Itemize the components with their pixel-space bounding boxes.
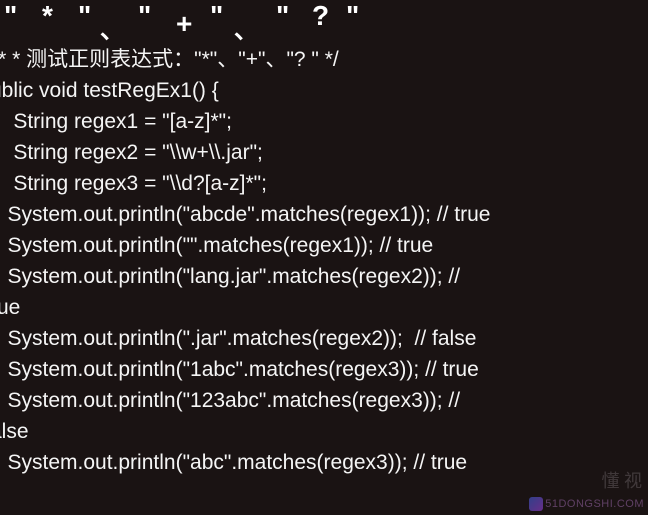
code-line: String regex1 = "[a-z]*";: [0, 106, 648, 137]
code-screenshot: "*"、"+"、"?" ** * 测试正则表达式："*"、"+"、"? " */…: [0, 0, 648, 515]
title-glyph: +: [176, 8, 194, 40]
title-glyph: ": [78, 0, 93, 32]
watermark-logo-icon: [529, 497, 543, 511]
title-glyph: ": [346, 0, 361, 32]
code-line: String regex2 = "\\w+\\.jar";: [0, 137, 648, 168]
title-glyph: ": [210, 0, 225, 32]
code-line: System.out.println("".matches(regex1)); …: [0, 230, 648, 261]
code-line: ublic void testRegEx1() {: [0, 75, 648, 106]
title-glyph: 、: [100, 10, 126, 45]
code-line: System.out.println("abcde".matches(regex…: [0, 199, 648, 230]
title-glyph: ": [276, 0, 291, 32]
watermark-url: 51DONGSHI.COM: [529, 497, 644, 511]
title-glyph: 、: [234, 10, 260, 45]
code-block: ** * 测试正则表达式："*"、"+"、"? " */ublic void t…: [0, 44, 648, 478]
code-line: System.out.println("123abc".matches(rege…: [0, 385, 648, 416]
code-line: alse: [0, 416, 648, 447]
title-art-row: "*"、"+"、"?": [0, 0, 648, 44]
watermark-url-text: 51DONGSHI.COM: [545, 498, 644, 510]
code-line: System.out.println("lang.jar".matches(re…: [0, 261, 648, 292]
code-line: String regex3 = "\\d?[a-z]*";: [0, 168, 648, 199]
code-line: System.out.println("abc".matches(regex3)…: [0, 447, 648, 478]
watermark-zh: 懂 视: [602, 467, 643, 493]
title-glyph: ": [138, 0, 153, 32]
title-glyph: ": [4, 0, 19, 32]
code-line: System.out.println(".jar".matches(regex2…: [0, 323, 648, 354]
title-glyph: *: [42, 0, 55, 32]
title-glyph: ?: [312, 0, 331, 32]
code-line: System.out.println("1abc".matches(regex3…: [0, 354, 648, 385]
code-line: ** * 测试正则表达式："*"、"+"、"? " */: [0, 44, 648, 75]
code-line: rue: [0, 292, 648, 323]
